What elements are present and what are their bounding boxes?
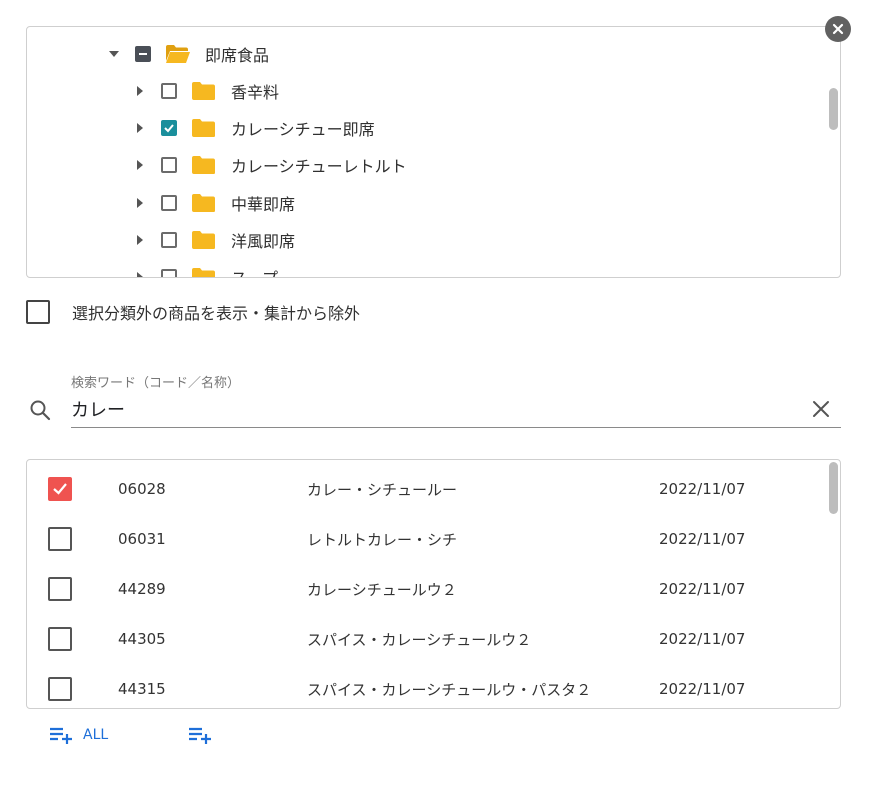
- tree-node-label: 香辛料: [231, 83, 280, 102]
- tree-node-label: スープ: [231, 265, 278, 277]
- row-checkbox[interactable]: [48, 577, 72, 601]
- item-name: カレー・シチュールー: [307, 480, 458, 499]
- check-icon: [164, 124, 174, 133]
- collapse-arrow-icon[interactable]: [135, 123, 145, 133]
- item-code: 44289: [118, 580, 166, 598]
- category-tree-panel: 即席食品 香辛料 カレーシチュー即席 カレーシチューレトルト 中華即席 洋風即席: [26, 26, 841, 278]
- tree-node-child[interactable]: カレーシチューレトルト: [135, 150, 407, 180]
- exclude-option[interactable]: 選択分類外の商品を表示・集計から除外: [26, 300, 360, 324]
- item-name: スパイス・カレーシチュールウ・パスタ２: [307, 680, 592, 699]
- search-icon: [30, 400, 51, 421]
- check-icon: [53, 483, 67, 495]
- exclude-checkbox[interactable]: [26, 300, 50, 324]
- close-icon: [832, 23, 844, 35]
- add-all-button[interactable]: ALL: [49, 725, 108, 745]
- tree-node-checkbox[interactable]: [161, 195, 177, 211]
- item-code: 44315: [118, 680, 166, 698]
- row-checkbox[interactable]: [48, 677, 72, 701]
- collapse-arrow-icon[interactable]: [135, 86, 145, 96]
- clear-search-icon[interactable]: [811, 399, 831, 419]
- tree-node-label: カレーシチューレトルト: [231, 157, 407, 176]
- results-scrollbar[interactable]: [829, 462, 838, 514]
- item-code: 44305: [118, 630, 166, 648]
- item-name: レトルトカレー・シチ: [307, 530, 458, 549]
- expand-arrow-icon[interactable]: [109, 49, 119, 59]
- tree-node-child[interactable]: スープ: [135, 262, 278, 277]
- table-row[interactable]: 06031 レトルトカレー・シチ 2022/11/07: [27, 514, 827, 564]
- item-code: 06031: [118, 530, 166, 548]
- tree-node-checkbox[interactable]: [135, 46, 151, 62]
- item-name: スパイス・カレーシチュールウ２: [307, 630, 532, 649]
- tree-node-label: 即席食品: [205, 46, 270, 65]
- row-checkbox[interactable]: [48, 627, 72, 651]
- collapse-arrow-icon[interactable]: [135, 272, 145, 277]
- item-date: 2022/11/07: [659, 580, 746, 598]
- tree-node-child[interactable]: 洋風即席: [135, 225, 295, 255]
- folder-icon: [191, 230, 217, 250]
- row-checkbox[interactable]: [48, 527, 72, 551]
- playlist-add-icon: [189, 727, 211, 744]
- search-caption: 検索ワード（コード／名称）: [71, 376, 241, 391]
- tree-node-checkbox[interactable]: [161, 120, 177, 136]
- collapse-arrow-icon[interactable]: [135, 235, 145, 245]
- collapse-arrow-icon[interactable]: [135, 198, 145, 208]
- search-underline: [71, 427, 841, 428]
- tree-node-checkbox[interactable]: [161, 232, 177, 248]
- folder-icon: [191, 267, 217, 277]
- table-row[interactable]: 44305 スパイス・カレーシチュールウ２ 2022/11/07: [27, 614, 827, 664]
- table-row[interactable]: 44289 カレーシチュールウ２ 2022/11/07: [27, 564, 827, 614]
- tree-node-checkbox[interactable]: [161, 269, 177, 277]
- tree-node-label: 中華即席: [231, 195, 296, 214]
- table-row[interactable]: 44315 スパイス・カレーシチュールウ・パスタ２ 2022/11/07: [27, 664, 827, 708]
- close-panel-button[interactable]: [825, 16, 851, 42]
- folder-icon: [191, 118, 217, 138]
- folder-icon: [191, 155, 217, 175]
- results-panel: 06028 カレー・シチュールー 2022/11/07 06031 レトルトカレ…: [26, 459, 841, 709]
- playlist-add-icon: [50, 727, 72, 744]
- item-date: 2022/11/07: [659, 680, 746, 698]
- table-row[interactable]: 06028 カレー・シチュールー 2022/11/07: [27, 464, 827, 514]
- collapse-arrow-icon[interactable]: [135, 160, 145, 170]
- tree-node-child[interactable]: 中華即席: [135, 188, 295, 218]
- tree-node-label: カレーシチュー即席: [231, 120, 375, 139]
- folder-icon: [191, 193, 217, 213]
- row-checkbox[interactable]: [48, 477, 72, 501]
- item-date: 2022/11/07: [659, 530, 746, 548]
- tree-scrollbar[interactable]: [829, 88, 838, 130]
- item-date: 2022/11/07: [659, 630, 746, 648]
- item-date: 2022/11/07: [659, 480, 746, 498]
- exclude-label: 選択分類外の商品を表示・集計から除外: [72, 304, 361, 323]
- item-code: 06028: [118, 480, 166, 498]
- search-input[interactable]: [71, 396, 791, 422]
- folder-open-icon: [165, 44, 191, 64]
- tree-node-label: 洋風即席: [231, 232, 296, 251]
- add-selected-button[interactable]: [188, 725, 214, 745]
- item-name: カレーシチュールウ２: [307, 580, 457, 599]
- tree-node-root[interactable]: 即席食品: [109, 39, 269, 69]
- tree-node-checkbox[interactable]: [161, 83, 177, 99]
- tree-node-checkbox[interactable]: [161, 157, 177, 173]
- tree-node-child[interactable]: 香辛料: [135, 76, 279, 106]
- folder-icon: [191, 81, 217, 101]
- tree-node-child[interactable]: カレーシチュー即席: [135, 113, 375, 143]
- add-all-label: ALL: [83, 727, 109, 743]
